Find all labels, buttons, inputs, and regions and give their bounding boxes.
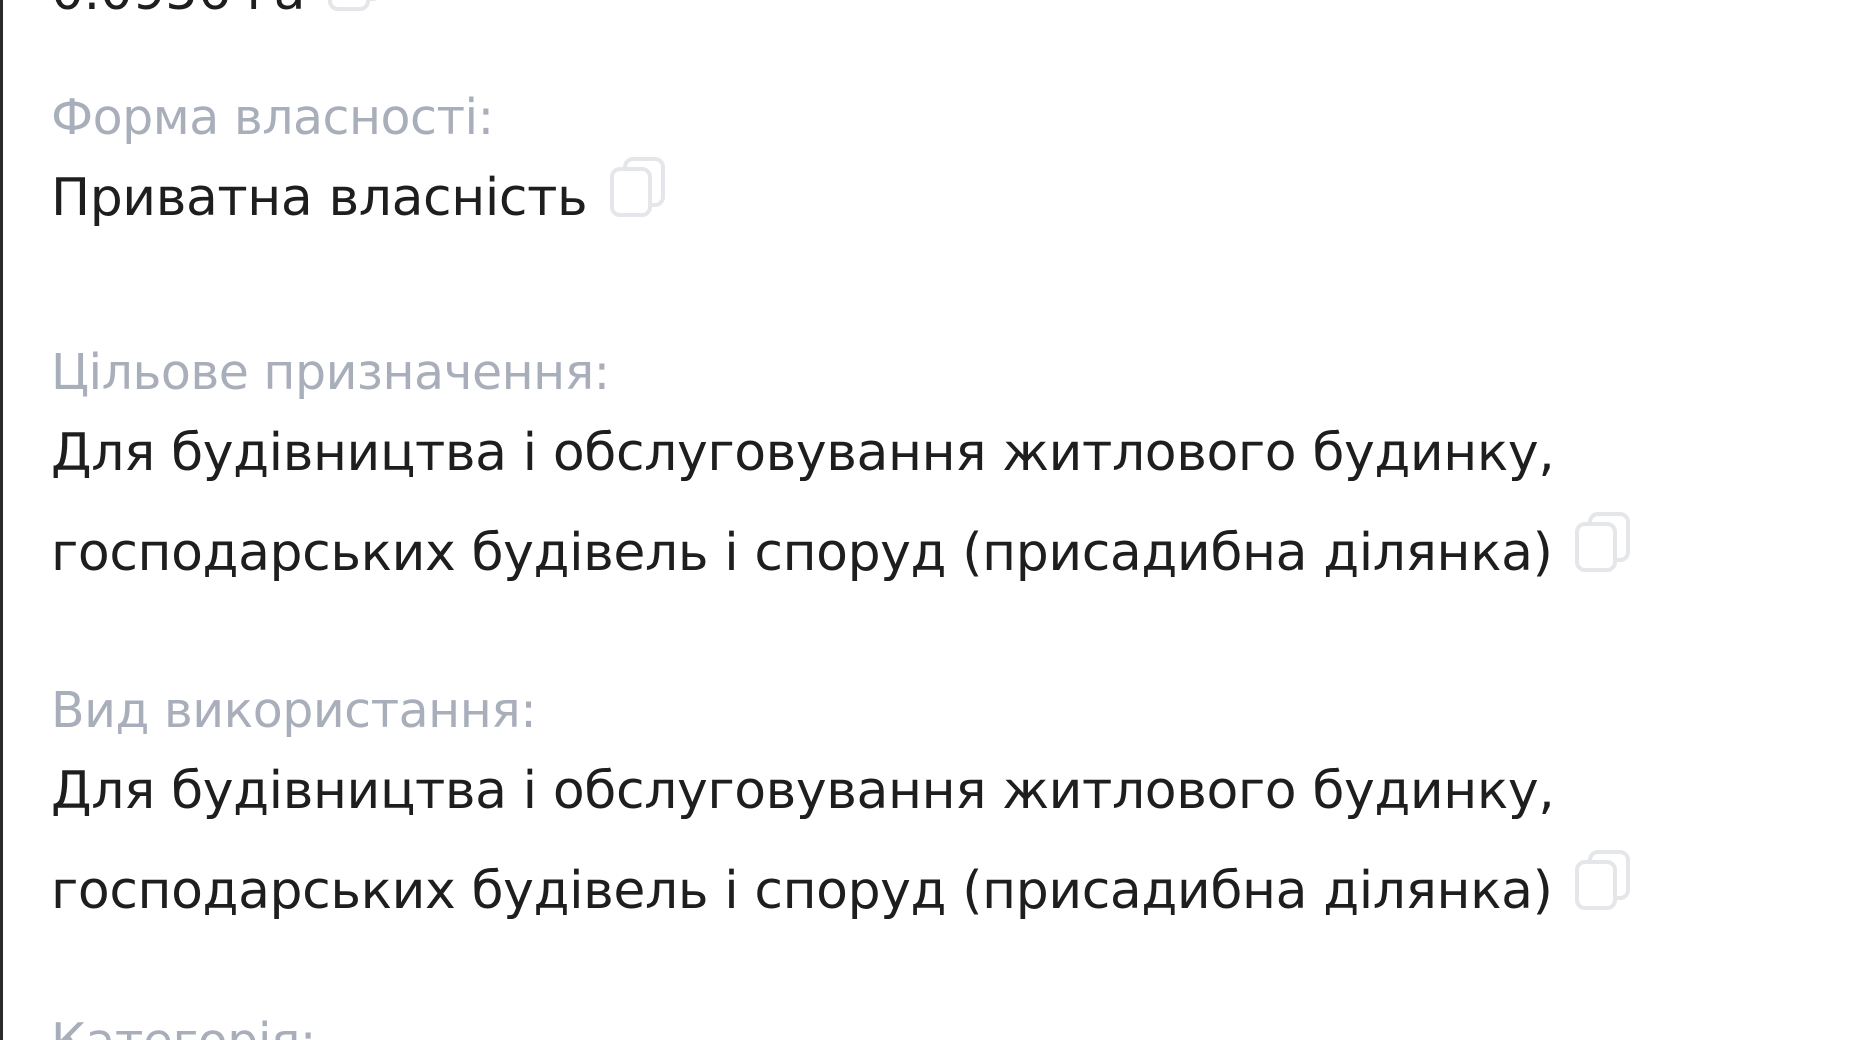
ownership-value-line: Приватна власність <box>51 168 588 228</box>
purpose-value-line-1: Для будівництва і обслуговування житлово… <box>51 423 1555 483</box>
purpose-value-line-2-text: господарських будівель і споруд (присади… <box>51 523 1553 583</box>
usage-value-line-2: господарських будівель і споруд (присади… <box>51 841 1751 941</box>
copy-icon[interactable] <box>609 156 667 218</box>
area-value: 0.0956 га <box>51 0 1751 42</box>
ownership-value: Приватна власність <box>51 148 1751 248</box>
ownership-field: Форма власності: Приватна власність <box>51 88 1751 248</box>
purpose-value: Для будівництва і обслуговування житлово… <box>51 403 1751 603</box>
copy-icon[interactable] <box>327 0 385 12</box>
category-field: Категорія: <box>51 1012 1751 1040</box>
copy-icon[interactable] <box>1574 511 1632 573</box>
usage-value-line-2-text: господарських будівель і споруд (присади… <box>51 861 1553 921</box>
usage-value-line-1: Для будівництва і обслуговування житлово… <box>51 761 1555 821</box>
area-value-line: 0.0956 га <box>51 0 305 22</box>
purpose-value-line-2: господарських будівель і споруд (присади… <box>51 503 1751 603</box>
purpose-field: Цільове призначення: Для будівництва і о… <box>51 343 1751 603</box>
usage-label: Вид використання: <box>51 682 537 739</box>
category-label: Категорія: <box>51 1012 1751 1040</box>
land-parcel-details-panel: 0.0956 га Форма власності: Приватна влас… <box>0 0 1850 1040</box>
usage-value: Для будівництва і обслуговування житлово… <box>51 741 1751 941</box>
area-field: 0.0956 га <box>51 0 1751 42</box>
copy-icon[interactable] <box>1574 849 1632 911</box>
usage-field: Вид використання: Для будівництва і обсл… <box>51 681 1751 941</box>
ownership-label: Форма власності: <box>51 89 494 146</box>
purpose-label: Цільове призначення: <box>51 344 610 401</box>
